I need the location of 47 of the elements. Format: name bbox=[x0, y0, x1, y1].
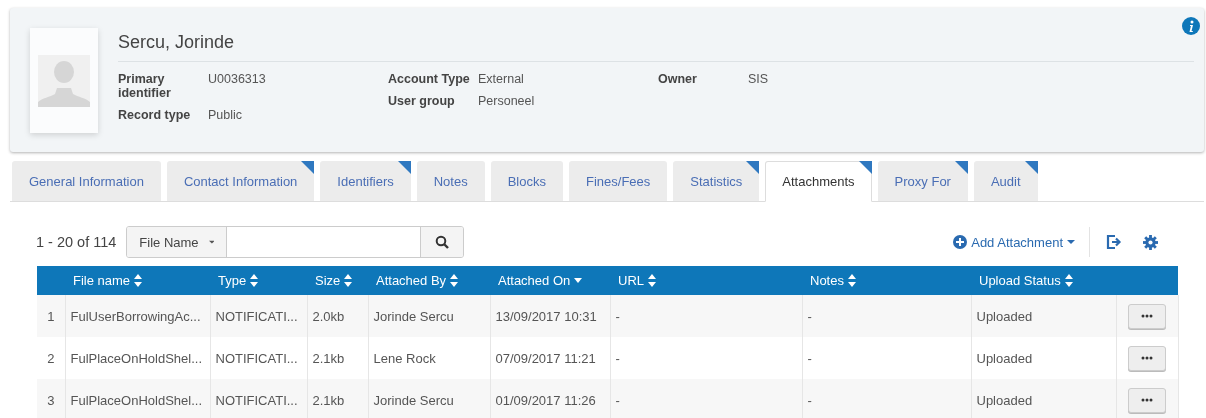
settings-icon[interactable] bbox=[1143, 234, 1158, 250]
field-value: U0036313 bbox=[208, 72, 266, 88]
tab[interactable]: Fines/Fees bbox=[569, 161, 668, 201]
tab[interactable]: Contact Information bbox=[166, 161, 315, 201]
tab[interactable]: Attachments bbox=[765, 161, 872, 202]
field-value: SIS bbox=[748, 72, 769, 86]
field-label: Account Type bbox=[388, 72, 471, 86]
table-cell: 01/09/2017 11:26 bbox=[490, 379, 610, 418]
tab[interactable]: Identifiers bbox=[320, 161, 411, 201]
table-cell: - bbox=[610, 379, 802, 418]
person-silhouette-icon bbox=[38, 54, 90, 107]
table-cell: Jorinde Sercu bbox=[368, 379, 490, 418]
table-cell: 2.1kb bbox=[307, 379, 368, 418]
table-cell: FulPlaceOnHoldShel... bbox=[65, 379, 210, 418]
caret-icon bbox=[208, 239, 215, 245]
ellipsis-icon bbox=[1141, 314, 1153, 318]
add-attachment-button[interactable]: Add Attachment bbox=[953, 234, 1089, 250]
search-scope-dropdown[interactable]: File Name bbox=[127, 227, 228, 257]
field-label: Owner bbox=[658, 72, 698, 86]
table-cell: NOTIFICATI... bbox=[210, 379, 307, 418]
ellipsis-icon bbox=[1141, 356, 1153, 360]
tab[interactable]: Audit bbox=[973, 161, 1038, 201]
field-value: Personeel bbox=[478, 94, 535, 108]
column-header[interactable]: Notes bbox=[810, 273, 856, 288]
export-icon[interactable] bbox=[1106, 234, 1123, 250]
tab[interactable]: Notes bbox=[416, 161, 485, 201]
tab[interactable]: Statistics bbox=[673, 161, 760, 201]
field-label: User group bbox=[388, 94, 456, 108]
table-cell: Uploaded bbox=[971, 379, 1116, 418]
row-number: 3 bbox=[37, 379, 65, 418]
field-label: Primary identifier bbox=[118, 72, 172, 100]
result-count: 1 - 20 of 114 bbox=[36, 234, 117, 250]
plus-circle-icon bbox=[953, 235, 968, 249]
tab[interactable]: Proxy For bbox=[877, 161, 968, 201]
column-header[interactable]: URL bbox=[618, 273, 656, 288]
caret-icon bbox=[1067, 239, 1075, 245]
table-cell: - bbox=[802, 379, 971, 418]
search-icon bbox=[435, 235, 450, 249]
field-label: Record type bbox=[118, 108, 192, 122]
field-value: External bbox=[478, 72, 524, 86]
field-value: Public bbox=[208, 108, 243, 122]
tab[interactable]: General Information bbox=[12, 161, 161, 201]
tab[interactable]: Blocks bbox=[490, 161, 563, 201]
info-icon[interactable] bbox=[1182, 17, 1200, 35]
ellipsis-icon bbox=[1141, 398, 1153, 402]
search-button[interactable] bbox=[420, 227, 464, 257]
user-name: Sercu, Jorinde bbox=[118, 28, 1194, 62]
